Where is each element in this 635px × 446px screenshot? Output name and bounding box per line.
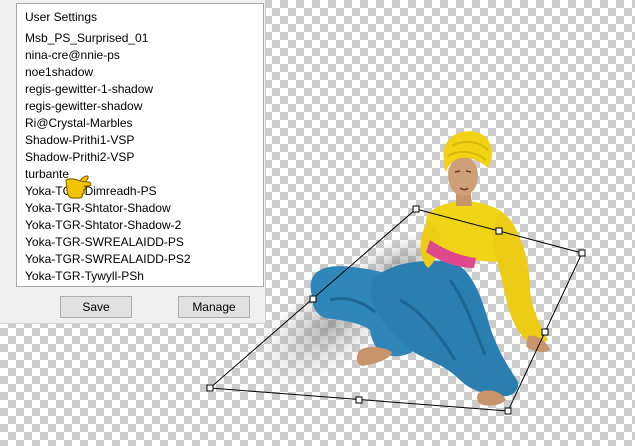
- handle-bottom-right[interactable]: [504, 407, 512, 415]
- handle-bottom-mid[interactable]: [355, 396, 363, 404]
- pointing-hand-icon: [65, 175, 92, 199]
- handle-bottom-left[interactable]: [206, 384, 214, 392]
- list-item[interactable]: turbante: [25, 166, 69, 183]
- list-item[interactable]: Yoka-TGR-SWREALAIDD-PS: [25, 234, 184, 251]
- handle-top-mid[interactable]: [495, 227, 503, 235]
- handle-top-right[interactable]: [578, 249, 586, 257]
- list-item[interactable]: nina-cre@nnie-ps: [25, 47, 120, 64]
- handle-top-left[interactable]: [412, 205, 420, 213]
- list-item[interactable]: regis-gewitter-1-shadow: [25, 81, 153, 98]
- list-item[interactable]: Msb_PS_Surprised_01: [25, 30, 148, 47]
- left-foot: [356, 347, 392, 366]
- pants-right-leg: [370, 260, 519, 397]
- list-item[interactable]: Yoka-TGR-Shtator-Shadow: [25, 200, 171, 217]
- user-settings-panel: User Settings Msb_PS_Surprised_01 nina-c…: [0, 0, 266, 324]
- list-title: User Settings: [25, 10, 98, 24]
- presets-list[interactable]: User Settings Msb_PS_Surprised_01 nina-c…: [16, 3, 264, 287]
- save-button[interactable]: Save: [60, 296, 132, 318]
- list-item[interactable]: Shadow-Prithi2-VSP: [25, 149, 134, 166]
- list-item[interactable]: Yoka-TGR-SWREALAIDD-PS2: [25, 251, 191, 268]
- list-item[interactable]: Yoka-TGR-Tywyll-PSh: [25, 268, 144, 285]
- handle-right-mid[interactable]: [541, 328, 549, 336]
- list-item[interactable]: Yoka-TGR-Shtator-Shadow-2: [25, 217, 181, 234]
- list-item[interactable]: Ri@Crystal-Marbles: [25, 115, 133, 132]
- list-item[interactable]: Shadow-Prithi1-VSP: [25, 132, 134, 149]
- handle-left-mid[interactable]: [309, 295, 317, 303]
- list-item[interactable]: noe1shadow: [25, 64, 93, 81]
- list-item[interactable]: regis-gewitter-shadow: [25, 98, 142, 115]
- manage-button[interactable]: Manage: [178, 296, 250, 318]
